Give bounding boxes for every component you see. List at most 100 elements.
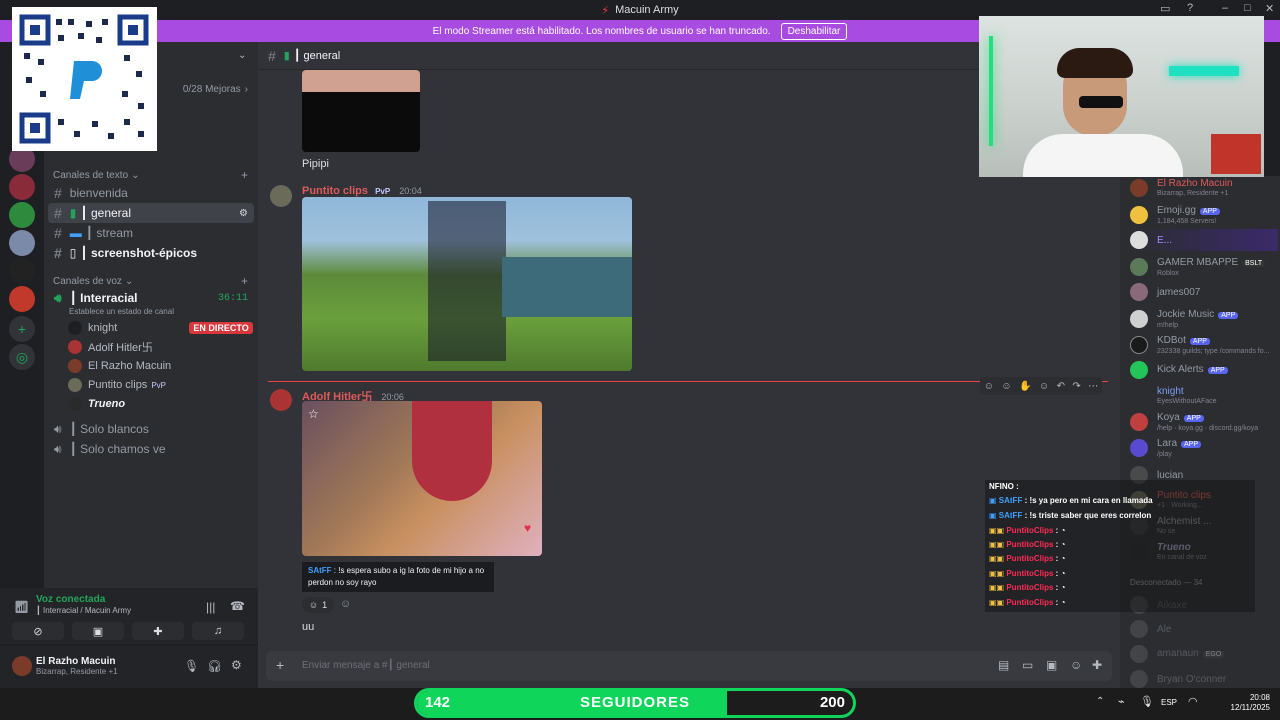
- voice-user-adolf[interactable]: Adolf Hitler卐: [68, 338, 153, 356]
- channel-bienvenida[interactable]: # bienvenida: [48, 183, 254, 203]
- disable-streamer-button[interactable]: Deshabilitar: [780, 22, 848, 40]
- member-item[interactable]: KDBot APP 232338 guilds; type /commands fo…: [1130, 334, 1278, 356]
- server-icon[interactable]: [9, 230, 35, 256]
- noise-suppression-icon[interactable]: |||: [206, 600, 215, 614]
- voice-channel-solo-blancos[interactable]: 🔊︎ ┃ Solo blancos: [48, 419, 254, 439]
- settings-gear-icon[interactable]: ⚙: [231, 658, 242, 672]
- channel-settings-icon[interactable]: ⚙: [239, 208, 248, 219]
- server-icon[interactable]: [9, 258, 35, 284]
- avatar[interactable]: [270, 185, 292, 207]
- gift-icon[interactable]: ▤: [998, 658, 1009, 672]
- user-name[interactable]: El Razho Macuin: [36, 656, 115, 667]
- stream-chat-line: ▣▣ PuntitoClips : ◔: [989, 569, 1066, 578]
- explore-icon[interactable]: ◎: [9, 344, 35, 370]
- member-item[interactable]: amanaun EGO: [1130, 643, 1278, 665]
- server-menu-chevron-icon[interactable]: ⌄: [238, 50, 246, 61]
- server-icon[interactable]: [9, 174, 35, 200]
- voice-status[interactable]: Voz conectada: [36, 594, 105, 605]
- member-item[interactable]: Lara APP/play: [1130, 437, 1278, 459]
- server-icon-active[interactable]: [9, 286, 35, 312]
- maximize-button[interactable]: □: [1244, 2, 1251, 14]
- voice-user-puntito[interactable]: Puntito clips PvP: [68, 376, 166, 394]
- voice-user-trueno[interactable]: Trueno: [68, 395, 125, 413]
- microphone-tray-icon[interactable]: 🎙︎: [1140, 695, 1154, 708]
- emoji-icon[interactable]: ☺: [1070, 658, 1082, 672]
- minecraft-screenshot[interactable]: [302, 197, 632, 371]
- channel-general[interactable]: # ▮ ┃ general ⚙: [48, 203, 254, 223]
- network-icon[interactable]: ⌁: [1118, 695, 1125, 708]
- voice-location[interactable]: ┃ Interracial / Macuin Army: [36, 606, 131, 615]
- add-channel-icon[interactable]: +: [241, 168, 248, 182]
- voice-channel-solo-chamos[interactable]: 🔊︎ ┃ Solo chamos ve: [48, 439, 254, 459]
- message-author[interactable]: Puntito clips PvP 20:04: [302, 185, 422, 197]
- member-item[interactable]: Kick Alerts APP: [1130, 359, 1278, 381]
- message-actions[interactable]: ☺ ☺ ✋ ☺ ↶ ↷ ⋯: [980, 377, 1102, 395]
- member-item[interactable]: E...: [1130, 229, 1278, 251]
- member-status: 1,184,458 Servers!: [1157, 217, 1217, 225]
- reaction-emoji-icon[interactable]: ☺: [1001, 381, 1011, 392]
- add-server-icon[interactable]: +: [9, 316, 35, 342]
- attach-plus-icon[interactable]: +: [276, 657, 284, 673]
- chat-user: PuntitoClips: [1006, 583, 1054, 592]
- message-image[interactable]: [302, 70, 420, 152]
- microphone-icon[interactable]: 🎙︎: [184, 659, 199, 673]
- channel-label: ┃ general: [80, 206, 131, 220]
- channel-stream[interactable]: # ▬ ┃ stream: [48, 223, 254, 243]
- member-name: Ale: [1157, 623, 1172, 635]
- add-channel-icon[interactable]: +: [241, 274, 248, 288]
- tray-chevron-icon[interactable]: ⌃: [1096, 696, 1104, 707]
- soundboard-button[interactable]: ♫: [192, 622, 244, 640]
- add-reaction-icon[interactable]: ☺: [340, 598, 351, 610]
- more-icon[interactable]: ⋯: [1088, 381, 1098, 392]
- voice-user-razho[interactable]: El Razho Macuin: [68, 357, 171, 375]
- disconnect-icon[interactable]: ☎: [230, 599, 245, 613]
- minimize-button[interactable]: –: [1222, 2, 1228, 14]
- forward-icon[interactable]: ↷: [1072, 381, 1080, 392]
- voice-user-knight[interactable]: knight EN DIRECTO: [68, 319, 253, 337]
- member-item[interactable]: Emoji.gg APP 1,184,458 Servers!: [1130, 204, 1278, 226]
- channel-status[interactable]: Establece un estado de canal: [69, 307, 174, 316]
- screen-share-button[interactable]: ▣: [72, 622, 124, 640]
- message-input-box[interactable]: + Enviar mensaje a #┃ general ▤ ▭ ▣ ☺ ✚: [266, 651, 1112, 681]
- reaction-emoji-icon[interactable]: ☺: [984, 381, 994, 392]
- star-icon[interactable]: ☆: [308, 407, 319, 421]
- member-item[interactable]: Bryan O'conner: [1130, 668, 1278, 690]
- avatar: [68, 340, 82, 354]
- language-indicator[interactable]: ESP: [1161, 698, 1177, 707]
- help-icon[interactable]: ?: [1187, 2, 1193, 14]
- message-input[interactable]: Enviar mensaje a #┃ general: [302, 660, 430, 671]
- channel-screenshot-epicos[interactable]: # ▯ ┃ screenshot-épicos: [48, 243, 254, 263]
- member-item[interactable]: knight EyesWithoutAFace: [1130, 385, 1278, 407]
- member-status: m!help: [1157, 321, 1179, 329]
- embedded-chat-message: SAtFF : !s espera subo a ig la foto de m…: [302, 562, 494, 592]
- avatar[interactable]: [270, 389, 292, 411]
- clock[interactable]: 20:08 12/11/2025: [1222, 693, 1270, 713]
- headphones-icon[interactable]: 🎧︎: [207, 659, 222, 673]
- text-channels-category[interactable]: Canales de texto ⌄ +: [44, 166, 258, 184]
- member-item[interactable]: GAMER MBAPPE BSLT Roblox: [1130, 256, 1278, 278]
- member-item[interactable]: El Razho Macuin Bizarrap, Residente +1: [1130, 177, 1278, 199]
- add-reaction-icon[interactable]: ☺: [1039, 381, 1049, 392]
- activities-button[interactable]: ✚: [132, 622, 184, 640]
- close-button[interactable]: ✕: [1265, 2, 1274, 15]
- inbox-icon[interactable]: ▭: [1160, 2, 1170, 15]
- member-item[interactable]: Ale: [1130, 618, 1278, 640]
- avatar[interactable]: [12, 656, 32, 676]
- gif-icon[interactable]: ▭: [1022, 658, 1033, 672]
- member-item[interactable]: Koya APP/help · koya.gg · discord.gg/koya: [1130, 411, 1278, 433]
- avatar: [1130, 310, 1148, 328]
- server-icon[interactable]: [9, 202, 35, 228]
- avatar: [1130, 413, 1148, 431]
- reaction-emoji-icon[interactable]: ✋: [1019, 381, 1031, 392]
- wifi-icon[interactable]: ◠: [1188, 695, 1198, 708]
- voice-channel-interracial[interactable]: 🔊︎ ┃ Interracial 36:11: [48, 288, 254, 308]
- member-item[interactable]: james007: [1130, 281, 1278, 303]
- sticker-icon[interactable]: ▣: [1046, 658, 1057, 672]
- member-item[interactable]: Jockie Music APP m!help: [1130, 308, 1278, 330]
- camera-off-button[interactable]: ⊘: [12, 622, 64, 640]
- apps-icon[interactable]: ✚: [1092, 658, 1102, 672]
- message-text: uu: [302, 621, 315, 633]
- lion-image[interactable]: ☆ ♥: [302, 401, 542, 556]
- reaction-pill[interactable]: ☺ 1: [302, 597, 334, 613]
- reply-icon[interactable]: ↶: [1057, 381, 1065, 392]
